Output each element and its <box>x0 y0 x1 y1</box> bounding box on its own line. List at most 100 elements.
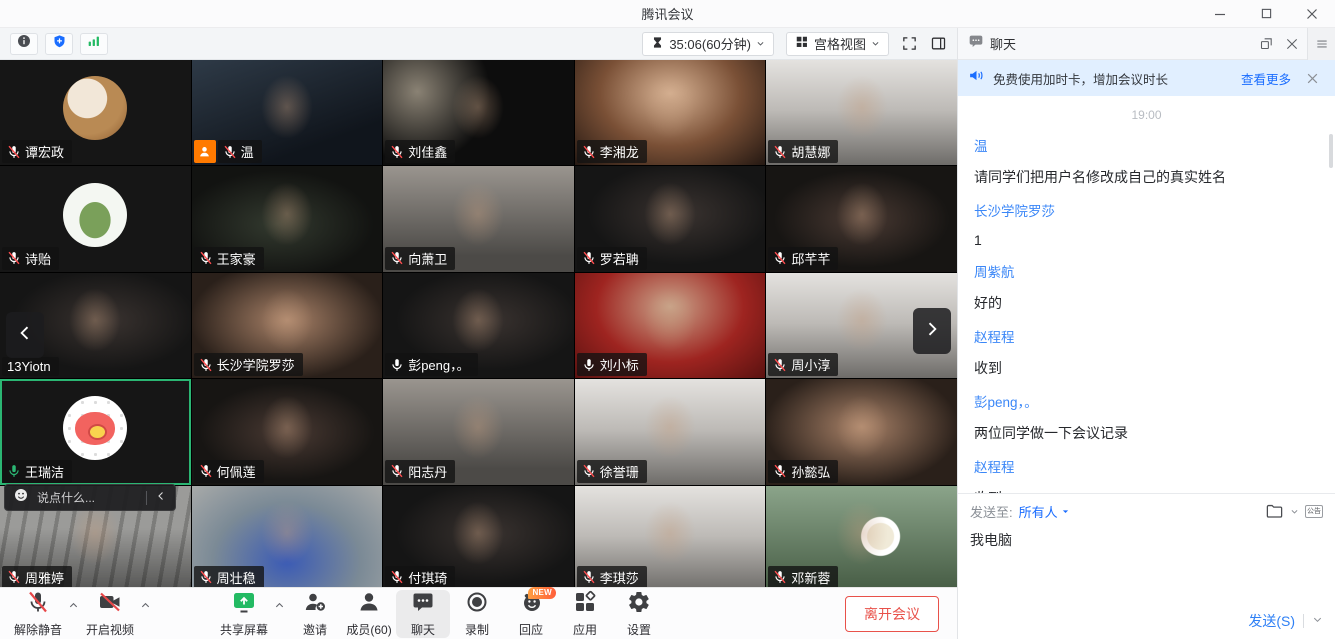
participant-label: 邓新蓉 <box>768 566 838 587</box>
minimize-button[interactable] <box>1197 0 1243 27</box>
audio-options-chevron[interactable] <box>66 599 80 613</box>
mic-muted-icon <box>26 590 50 619</box>
participant-name: 徐誉珊 <box>600 462 639 481</box>
banner-close-icon[interactable] <box>1299 62 1325 94</box>
participant-tile[interactable]: 邓新蓉 <box>766 486 957 587</box>
mic-muted-icon <box>199 251 213 265</box>
share-options-chevron[interactable] <box>272 599 286 613</box>
participant-name: 胡慧娜 <box>791 142 830 161</box>
participant-label: 周壮稳 <box>194 566 264 587</box>
start-video-button[interactable]: 开启视频 <box>82 590 138 638</box>
maximize-button[interactable] <box>1243 0 1289 27</box>
quick-chat-bar[interactable]: 说点什么... <box>4 484 176 511</box>
participant-tile[interactable]: 刘佳鑫 <box>383 60 574 165</box>
chat-button[interactable]: 聊天 <box>396 590 450 638</box>
participant-name: 王家豪 <box>217 249 256 268</box>
menu-icon[interactable] <box>1307 28 1335 60</box>
participant-tile[interactable]: 付琪琦 <box>383 486 574 587</box>
settings-label: 设置 <box>627 621 651 638</box>
participant-tile[interactable]: 罗若聃 <box>575 166 766 271</box>
composer-footer: 发送(S) <box>958 603 1335 639</box>
prev-page-button[interactable] <box>6 312 44 358</box>
send-button[interactable]: 发送(S) <box>1248 611 1295 631</box>
participant-tile[interactable]: 孙懿弘 <box>766 379 957 484</box>
invite-button[interactable]: 邀请 <box>288 590 342 638</box>
participant-tile[interactable]: 王瑞洁 <box>0 379 191 484</box>
share-screen-button[interactable]: 共享屏幕 <box>216 590 272 638</box>
participant-name: 向萧卫 <box>408 249 447 268</box>
chat-close-icon[interactable] <box>1279 28 1305 60</box>
participant-tile[interactable]: 李琪莎 <box>575 486 766 587</box>
collapse-chevron-icon[interactable] <box>155 489 167 507</box>
send-options-chevron-icon[interactable] <box>1312 612 1323 630</box>
participant-tile[interactable]: 周壮稳 <box>192 486 383 587</box>
mic-muted-icon <box>773 570 787 584</box>
chat-bubble-icon <box>968 33 984 54</box>
members-button[interactable]: 成员(60) <box>342 590 396 638</box>
participant-tile[interactable]: 温 <box>192 60 383 165</box>
popout-icon[interactable] <box>1253 28 1279 60</box>
announcement-icon[interactable]: 公告 <box>1305 505 1323 518</box>
participant-label: 邱芊芊 <box>768 247 838 270</box>
message-sender: 彭peng，。 <box>974 391 1319 411</box>
message-text: 1 <box>974 232 1319 248</box>
apps-button[interactable]: 应用 <box>558 590 612 638</box>
mic-on-icon <box>7 464 21 478</box>
video-grid: 说点什么... 谭宏政 <box>0 60 957 587</box>
mic-muted-icon <box>390 251 404 265</box>
file-options-chevron-icon[interactable] <box>1290 507 1299 516</box>
participant-tile[interactable]: 长沙学院罗莎 <box>192 273 383 378</box>
chevron-left-icon <box>15 323 35 348</box>
invite-label: 邀请 <box>303 621 327 638</box>
see-more-link[interactable]: 查看更多 <box>1241 69 1291 88</box>
view-mode-button[interactable]: 宫格视图 <box>786 32 889 56</box>
record-label: 录制 <box>465 621 489 638</box>
mic-muted-icon <box>199 358 213 372</box>
quick-chat-placeholder[interactable]: 说点什么... <box>37 489 138 506</box>
scrollbar[interactable] <box>1329 134 1333 168</box>
record-button[interactable]: 录制 <box>450 590 504 638</box>
control-bar: 解除静音 开启视频 <box>0 587 957 639</box>
participant-tile[interactable]: 刘小标 <box>575 273 766 378</box>
participant-label: 向萧卫 <box>385 247 455 270</box>
banner-text: 免费使用加时卡，增加会议时长 <box>993 69 1233 88</box>
participant-tile[interactable]: 彭peng，。 <box>383 273 574 378</box>
chat-message: 赵程程 收到 <box>974 456 1319 493</box>
participant-tile[interactable]: 李湘龙 <box>575 60 766 165</box>
send-to-select[interactable]: 所有人 <box>1019 502 1070 521</box>
emoji-icon[interactable] <box>13 487 29 508</box>
settings-button[interactable]: 设置 <box>612 590 666 638</box>
participant-label: 孙懿弘 <box>768 460 838 483</box>
reactions-button[interactable]: NEW 回应 <box>504 590 558 638</box>
participant-tile[interactable]: 向萧卫 <box>383 166 574 271</box>
participant-tile[interactable]: 王家豪 <box>192 166 383 271</box>
record-icon <box>465 590 489 619</box>
fullscreen-button[interactable] <box>901 35 918 52</box>
file-folder-icon[interactable] <box>1265 502 1284 521</box>
message-input[interactable]: 我电脑 <box>958 528 1335 603</box>
participant-tile[interactable]: 邱芊芊 <box>766 166 957 271</box>
participant-tile[interactable]: 何佩莲 <box>192 379 383 484</box>
next-page-button[interactable] <box>913 308 951 354</box>
meeting-timer-button[interactable]: 35:06(60分钟) <box>642 32 774 56</box>
participant-tile[interactable]: 谭宏政 <box>0 60 191 165</box>
close-button[interactable] <box>1289 0 1335 27</box>
leave-meeting-button[interactable]: 离开会议 <box>845 596 939 632</box>
participant-tile[interactable]: 诗贻 <box>0 166 191 271</box>
meeting-info-button[interactable] <box>10 33 38 55</box>
shield-icon <box>52 34 67 54</box>
chat-messages: 19:00 温 请同学们把用户名修改成自己的真实姓名 长沙学院罗莎 1 周紫航 … <box>958 96 1335 493</box>
meeting-security-button[interactable] <box>45 33 73 55</box>
chat-header: 聊天 <box>958 28 1335 60</box>
participant-tile[interactable]: 徐誉珊 <box>575 379 766 484</box>
video-options-chevron[interactable] <box>138 599 152 613</box>
participant-tile[interactable]: 胡慧娜 <box>766 60 957 165</box>
unmute-button[interactable]: 解除静音 <box>10 590 66 638</box>
participant-tile[interactable]: 阳志丹 <box>383 379 574 484</box>
participant-label: 王家豪 <box>194 247 264 270</box>
network-signal-button[interactable] <box>80 33 108 55</box>
share-screen-icon <box>232 590 256 619</box>
participant-label: 周雅婷 <box>2 566 72 587</box>
mic-muted-icon <box>582 145 596 159</box>
side-panel-toggle-button[interactable] <box>930 35 947 52</box>
